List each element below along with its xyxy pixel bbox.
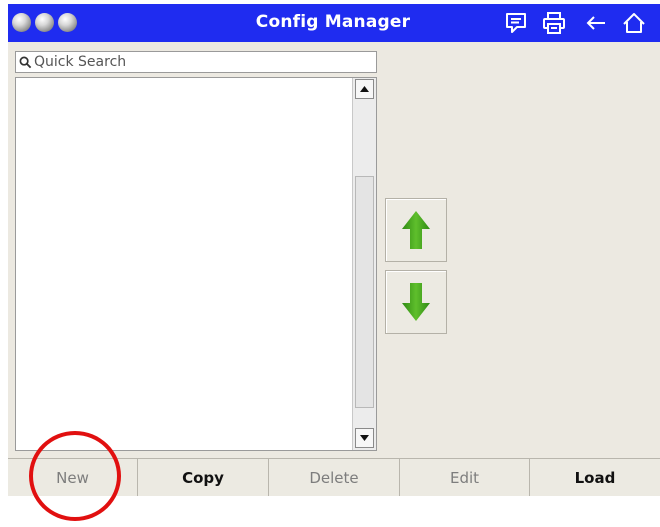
caret-down-icon bbox=[360, 435, 369, 441]
edit-button[interactable]: Edit bbox=[400, 459, 530, 496]
scroll-up-button[interactable] bbox=[355, 79, 374, 99]
green-down-arrow-icon bbox=[402, 283, 430, 321]
chat-icon[interactable] bbox=[504, 11, 528, 35]
printer-icon[interactable] bbox=[542, 11, 566, 35]
window-title: Config Manager bbox=[255, 12, 411, 32]
config-manager-window: Config Manager Quick Search New Copy Del… bbox=[8, 4, 660, 496]
scroll-down-button[interactable] bbox=[355, 428, 374, 448]
title-bar: Config Manager bbox=[8, 4, 660, 42]
config-list[interactable] bbox=[15, 77, 377, 451]
green-up-arrow-icon bbox=[402, 211, 430, 249]
maximize-dot[interactable] bbox=[58, 13, 77, 32]
scroll-thumb[interactable] bbox=[355, 176, 374, 408]
delete-button[interactable]: Delete bbox=[269, 459, 400, 496]
copy-button[interactable]: Copy bbox=[138, 459, 269, 496]
move-up-button[interactable] bbox=[385, 198, 447, 262]
back-arrow-icon[interactable] bbox=[584, 11, 608, 35]
caret-up-icon bbox=[360, 86, 369, 92]
quick-search-box[interactable] bbox=[15, 51, 377, 73]
home-icon[interactable] bbox=[622, 11, 646, 35]
load-button[interactable]: Load bbox=[530, 459, 660, 496]
window-controls bbox=[12, 13, 77, 32]
list-scrollbar[interactable] bbox=[352, 78, 376, 450]
close-dot[interactable] bbox=[12, 13, 31, 32]
action-bar: New Copy Delete Edit Load bbox=[8, 458, 660, 496]
search-icon bbox=[19, 56, 32, 68]
new-button[interactable]: New bbox=[8, 459, 138, 496]
minimize-dot[interactable] bbox=[35, 13, 54, 32]
move-down-button[interactable] bbox=[385, 270, 447, 334]
search-input[interactable] bbox=[32, 53, 376, 71]
